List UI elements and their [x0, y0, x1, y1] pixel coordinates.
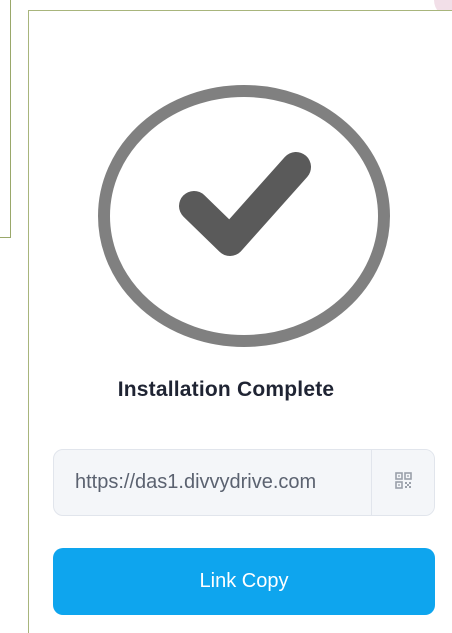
link-field-group [53, 449, 435, 516]
link-url-input[interactable] [54, 450, 371, 515]
link-copy-button[interactable]: Link Copy [53, 548, 435, 615]
background-window [0, 0, 11, 238]
qr-code-icon [394, 472, 412, 493]
app-window: Installation Complete https://das1.divvy… [0, 0, 452, 633]
check-circle-icon [98, 85, 390, 347]
qr-code-button[interactable] [371, 450, 434, 515]
dialog-title: Installation Complete [117, 378, 335, 401]
